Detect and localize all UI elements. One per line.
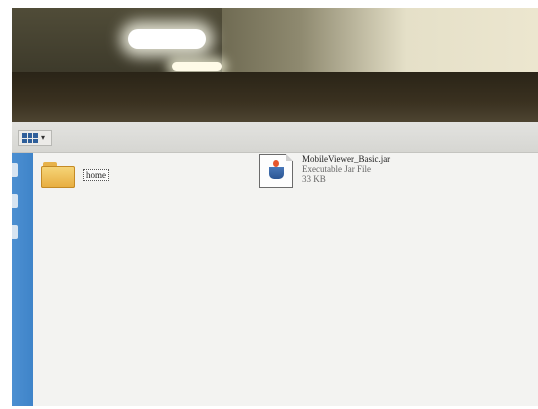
file-item-home[interactable]: home xyxy=(41,160,109,188)
file-name: home xyxy=(83,169,109,181)
file-name: MobileViewer_Basic.jar xyxy=(302,154,391,164)
sidebar-tab[interactable] xyxy=(12,225,18,239)
java-jar-icon xyxy=(259,154,293,188)
sidebar-tab[interactable] xyxy=(12,163,18,177)
sidebar-tab[interactable] xyxy=(12,194,18,208)
ceiling-light xyxy=(172,62,222,71)
file-size: 33 KB xyxy=(302,174,326,184)
file-list: home MobileViewer_Basic.jar Executable J… xyxy=(33,153,538,406)
file-browser-window: ▾ home MobileViewer_Basic.jar Executable… xyxy=(12,122,538,406)
toolbar: ▾ xyxy=(12,122,538,153)
monitor-photo: ▾ home MobileViewer_Basic.jar Executable… xyxy=(12,8,538,406)
ceiling-light xyxy=(128,29,206,49)
file-details: MobileViewer_Basic.jar Executable Jar Fi… xyxy=(302,154,390,184)
monitor-bezel xyxy=(12,72,538,122)
ceiling-background xyxy=(12,8,538,80)
file-type: Executable Jar File xyxy=(302,164,371,174)
chevron-down-icon: ▾ xyxy=(41,133,46,142)
view-mode-button[interactable]: ▾ xyxy=(18,130,52,146)
sidebar xyxy=(12,153,33,406)
file-item-jar[interactable]: MobileViewer_Basic.jar Executable Jar Fi… xyxy=(259,154,390,188)
folder-icon xyxy=(41,160,75,188)
view-grid-icon xyxy=(22,133,38,143)
